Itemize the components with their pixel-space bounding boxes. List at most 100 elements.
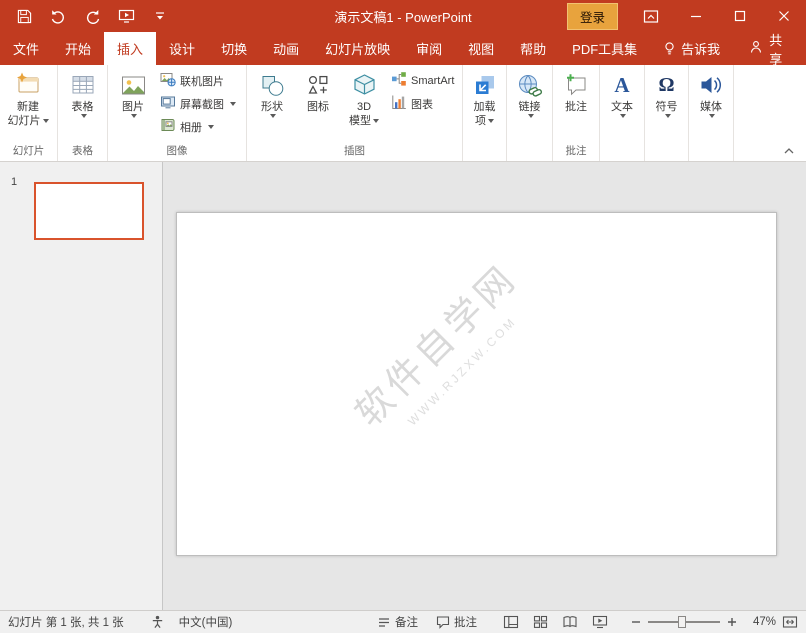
start-slideshow-icon — [118, 8, 135, 24]
smartart-button[interactable]: SmartArt — [391, 70, 454, 91]
tab-help[interactable]: 帮助 — [507, 32, 559, 65]
close-button[interactable] — [762, 0, 806, 32]
3d-models-label-2: 模型 — [349, 114, 371, 128]
icons-icon — [305, 70, 331, 100]
new-slide-button[interactable]: 新建 幻灯片 — [2, 69, 54, 128]
tab-insert[interactable]: 插入 — [104, 32, 156, 65]
tab-slideshow[interactable]: 幻灯片放映 — [312, 32, 403, 65]
group-comments: 批注 批注 — [553, 65, 600, 161]
icons-label: 图标 — [307, 100, 329, 114]
group-illustrations: 形状 图标 3D 模型 — [247, 65, 463, 161]
symbol-button[interactable]: Ω 符号 — [647, 69, 686, 118]
fit-slide-to-window-button[interactable] — [782, 615, 798, 629]
icons-button[interactable]: 图标 — [295, 69, 341, 114]
ribbon-insert: 新建 幻灯片 幻灯片 表格 表格 — [0, 65, 806, 162]
notes-button[interactable]: 备注 — [377, 614, 418, 630]
new-comment-label: 批注 — [565, 100, 587, 114]
maximize-button[interactable] — [718, 0, 762, 32]
slide-sorter-view-button[interactable] — [533, 615, 548, 629]
tab-pdf-tools[interactable]: PDF工具集 — [559, 32, 650, 65]
slide-thumbnail[interactable] — [34, 182, 144, 240]
group-label-media — [689, 144, 733, 161]
tab-transitions[interactable]: 切换 — [208, 32, 260, 65]
customize-qat-icon — [154, 10, 166, 22]
dropdown-arrow-icon — [43, 119, 49, 123]
dropdown-arrow-icon — [528, 114, 534, 118]
slide-sorter-icon — [533, 615, 548, 629]
zoom-slider-thumb[interactable] — [678, 616, 686, 628]
share-label: 共享 — [769, 30, 790, 68]
redo-button[interactable] — [82, 6, 102, 26]
powerpoint-window: 演示文稿1 - PowerPoint 登录 文件 开始 插入 设计 切换 动画 … — [0, 0, 806, 633]
save-icon — [17, 9, 32, 24]
text-button[interactable]: A 文本 — [602, 69, 642, 118]
group-label-slides: 幻灯片 — [0, 144, 57, 161]
reading-view-button[interactable] — [562, 615, 578, 629]
table-button[interactable]: 表格 — [60, 69, 105, 118]
slide-indicator[interactable]: 幻灯片 第 1 张, 共 1 张 — [8, 614, 124, 630]
tab-file[interactable]: 文件 — [0, 32, 52, 65]
notes-label: 备注 — [395, 614, 418, 630]
sign-in-button[interactable]: 登录 — [567, 3, 618, 30]
quick-access-toolbar — [0, 6, 170, 26]
media-button[interactable]: 媒体 — [691, 69, 731, 118]
group-label-links — [507, 144, 552, 161]
dropdown-arrow-icon — [270, 114, 276, 118]
normal-view-icon — [503, 615, 519, 629]
group-label-symbols — [645, 144, 688, 161]
picture-button[interactable]: 图片 — [110, 69, 156, 118]
normal-view-button[interactable] — [503, 615, 519, 629]
start-from-beginning-button[interactable] — [116, 6, 136, 26]
ribbon-tab-bar: 文件 开始 插入 设计 切换 动画 幻灯片放映 审阅 视图 帮助 PDF工具集 … — [0, 32, 806, 65]
3d-models-button[interactable]: 3D 模型 — [341, 69, 387, 128]
slide-canvas[interactable]: 软件自学网 WWW.RJZXW.COM — [176, 212, 777, 556]
slide-thumbnails-panel: 1 — [0, 162, 163, 610]
dropdown-arrow-icon — [230, 102, 236, 106]
shapes-button[interactable]: 形状 — [249, 69, 295, 118]
undo-button[interactable] — [48, 6, 68, 26]
accessibility-checker-button[interactable] — [150, 615, 165, 629]
chevron-up-icon — [783, 146, 795, 156]
tab-view[interactable]: 视图 — [455, 32, 507, 65]
tell-me-box[interactable]: 告诉我 — [650, 32, 733, 65]
addins-label-1: 加载 — [474, 100, 496, 114]
save-button[interactable] — [14, 6, 34, 26]
table-icon — [70, 70, 96, 100]
accessibility-icon — [150, 615, 165, 629]
addins-label-2: 项 — [475, 114, 486, 128]
tab-home[interactable]: 开始 — [52, 32, 104, 65]
tab-review[interactable]: 审阅 — [403, 32, 455, 65]
workspace: 1 软件自学网 WWW.RJZXW.COM — [0, 162, 806, 610]
group-links: 链接 — [507, 65, 553, 161]
addins-button[interactable]: 加载 项 — [465, 69, 504, 128]
tab-design[interactable]: 设计 — [156, 32, 208, 65]
zoom-in-button[interactable] — [726, 616, 738, 628]
group-label-images: 图像 — [108, 144, 246, 161]
online-pictures-label: 联机图片 — [180, 73, 224, 89]
minimize-button[interactable] — [674, 0, 718, 32]
zoom-percentage[interactable]: 47% — [742, 616, 776, 628]
zoom-out-button[interactable] — [630, 616, 642, 628]
photo-album-button[interactable]: 相册 — [160, 116, 214, 137]
3d-models-label-1: 3D — [357, 100, 371, 114]
group-label-comments: 批注 — [553, 144, 599, 161]
symbol-label: 符号 — [656, 100, 678, 114]
screenshot-button[interactable]: 屏幕截图 — [160, 93, 236, 114]
customize-quick-access-button[interactable] — [150, 6, 170, 26]
fit-to-window-icon — [782, 615, 798, 629]
collapse-ribbon-button[interactable] — [780, 144, 798, 158]
link-icon — [516, 70, 543, 100]
link-button[interactable]: 链接 — [509, 69, 550, 118]
language-indicator[interactable]: 中文(中国) — [179, 614, 233, 630]
zoom-slider[interactable] — [648, 621, 720, 623]
comments-button[interactable]: 批注 — [436, 614, 477, 630]
zoom-out-icon — [630, 616, 642, 628]
tab-animations[interactable]: 动画 — [260, 32, 312, 65]
screenshot-icon — [160, 94, 176, 113]
slideshow-view-button[interactable] — [592, 615, 608, 629]
new-comment-button[interactable]: 批注 — [555, 69, 597, 114]
chart-button[interactable]: 图表 — [391, 93, 433, 114]
ribbon-display-options-button[interactable] — [636, 3, 666, 29]
share-button[interactable]: 共享 — [733, 32, 806, 65]
online-pictures-button[interactable]: 联机图片 — [160, 70, 224, 91]
